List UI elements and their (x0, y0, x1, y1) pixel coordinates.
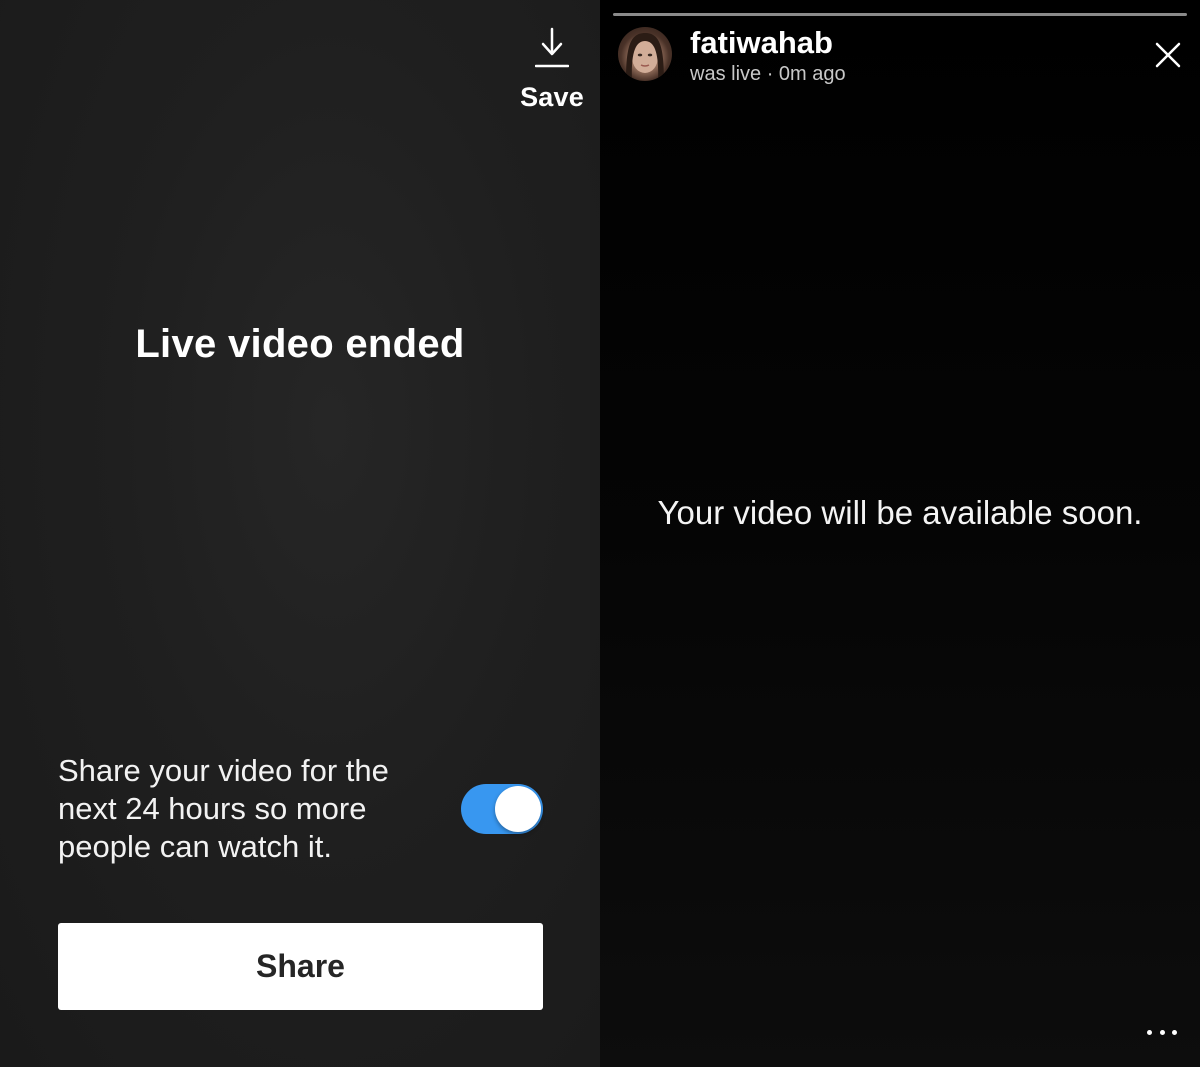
screen: Save Live video ended Share your video f… (0, 0, 1200, 1067)
username[interactable]: fatiwahab (690, 25, 833, 61)
live-ended-title: Live video ended (135, 322, 465, 366)
close-button[interactable] (1154, 41, 1182, 69)
story-viewer-panel: fatiwahab was live · 0m ago Your video w… (600, 0, 1200, 1067)
close-icon (1155, 42, 1181, 68)
share-description: Share your video for the next 24 hours s… (58, 753, 389, 864)
avatar[interactable] (618, 27, 672, 81)
more-dots-icon (1147, 1029, 1152, 1035)
more-dots-icon (1172, 1029, 1177, 1035)
live-status: was live · 0m ago (690, 63, 846, 85)
profile-photo (626, 33, 664, 81)
more-dots-icon (1159, 1029, 1165, 1035)
toggle-knob (495, 786, 541, 832)
live-ended-panel: Save Live video ended Share your video f… (0, 0, 600, 1067)
share-button[interactable]: Share (58, 923, 543, 1010)
availability-message: Your video will be available soon. (657, 494, 1143, 531)
more-options-button[interactable] (1147, 1022, 1177, 1042)
share-24h-toggle[interactable] (461, 784, 543, 834)
save-button[interactable]: Save (512, 26, 592, 120)
download-arrow-icon (535, 27, 569, 68)
story-progress-bar (613, 13, 1187, 16)
save-label: Save (520, 82, 584, 112)
